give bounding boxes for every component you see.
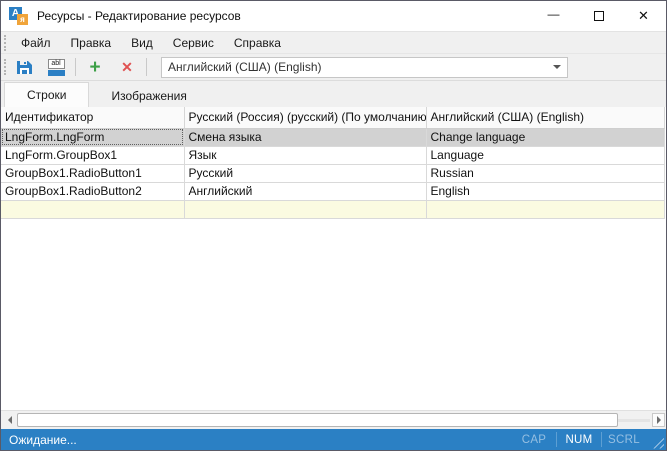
- maximize-button[interactable]: [576, 1, 621, 31]
- column-header-english[interactable]: Английский (США) (English): [426, 107, 665, 129]
- table-row[interactable]: LngForm.LngForm Смена языка Change langu…: [1, 128, 665, 147]
- cell-identifier-empty[interactable]: [1, 200, 185, 219]
- chevron-down-icon: [553, 65, 561, 69]
- cell-english[interactable]: English: [426, 182, 665, 201]
- cell-identifier[interactable]: GroupBox1.RadioButton1: [1, 164, 185, 183]
- tab-strip: Строки Изображения: [1, 81, 666, 107]
- rename-abl-bar: [47, 69, 65, 76]
- close-button[interactable]: ✕: [621, 1, 666, 31]
- menu-file[interactable]: Файл: [11, 32, 61, 53]
- num-lock-indicator: NUM: [565, 433, 593, 446]
- cell-english[interactable]: Russian: [426, 164, 665, 183]
- new-row[interactable]: [1, 200, 665, 219]
- menu-grip-handle[interactable]: [4, 34, 7, 51]
- column-header-russian[interactable]: Русский (Россия) (русский) (По умолчанию…: [184, 107, 427, 129]
- floppy-disk-icon: [16, 60, 32, 74]
- minimize-icon: —: [547, 7, 560, 21]
- app-window: A я Ресурсы - Редактирование ресурсов — …: [0, 0, 667, 451]
- language-combobox[interactable]: Английский (США) (English): [161, 56, 568, 78]
- table-row[interactable]: GroupBox1.RadioButton2 Английский Englis…: [1, 182, 665, 201]
- status-message: Ожидание...: [9, 432, 77, 447]
- arrow-right-icon: [656, 416, 661, 424]
- cell-russian[interactable]: Смена языка: [184, 128, 427, 147]
- toolbar-grip-handle[interactable]: [4, 59, 7, 75]
- minimize-button[interactable]: —: [531, 1, 576, 31]
- horizontal-scrollbar[interactable]: [1, 410, 666, 429]
- strings-table: Идентификатор Русский (Россия) (русский)…: [1, 107, 665, 219]
- maximize-icon: [593, 11, 604, 21]
- status-bar: Ожидание... CAP NUM SCRL: [1, 429, 666, 450]
- caps-lock-indicator: CAP: [521, 433, 547, 446]
- scrollbar-thumb[interactable]: [17, 413, 618, 427]
- save-button[interactable]: [11, 55, 37, 79]
- arrow-left-icon: [7, 416, 12, 424]
- menu-bar: Файл Правка Вид Сервис Справка: [1, 31, 666, 53]
- scroll-left-button[interactable]: [3, 413, 16, 427]
- plus-icon: +: [89, 56, 101, 78]
- tab-images[interactable]: Изображения: [89, 84, 208, 107]
- cell-russian[interactable]: Английский: [184, 182, 427, 201]
- cell-identifier[interactable]: LngForm.GroupBox1: [1, 146, 185, 165]
- menu-view[interactable]: Вид: [121, 32, 163, 53]
- toolbar: abl + ✕ Английский (США) (English): [1, 53, 666, 81]
- column-header-identifier[interactable]: Идентификатор: [1, 107, 185, 129]
- rename-abl-icon: abl: [47, 58, 66, 76]
- table-row[interactable]: LngForm.GroupBox1 Язык Language: [1, 146, 665, 165]
- cell-russian[interactable]: Язык: [184, 146, 427, 165]
- cell-identifier[interactable]: LngForm.LngForm: [1, 128, 185, 147]
- tab-strings[interactable]: Строки: [4, 82, 90, 107]
- app-icon: A я: [9, 7, 29, 25]
- toolbar-separator: [75, 58, 76, 76]
- toolbar-separator-2: [146, 58, 147, 76]
- translate-icon-cyrillic: я: [17, 14, 28, 25]
- cell-english[interactable]: Language: [426, 146, 665, 165]
- scroll-lock-indicator: SCRL: [608, 433, 640, 446]
- rename-resource-button[interactable]: abl: [43, 55, 69, 79]
- cell-russian-empty[interactable]: [184, 200, 427, 219]
- scrollbar-track[interactable]: [618, 419, 650, 422]
- menu-service[interactable]: Сервис: [163, 32, 224, 53]
- table-header-row: Идентификатор Русский (Россия) (русский)…: [1, 107, 665, 129]
- language-combobox-value: Английский (США) (English): [168, 60, 322, 74]
- titlebar: A я Ресурсы - Редактирование ресурсов — …: [1, 1, 666, 31]
- cell-identifier[interactable]: GroupBox1.RadioButton2: [1, 182, 185, 201]
- resize-grip[interactable]: [650, 434, 664, 449]
- rename-abl-label: abl: [47, 58, 65, 69]
- cell-english-empty[interactable]: [426, 200, 665, 219]
- resource-grid: Идентификатор Русский (Россия) (русский)…: [1, 107, 666, 410]
- delete-x-icon: ✕: [121, 59, 133, 75]
- close-icon: ✕: [638, 8, 649, 23]
- add-resource-button[interactable]: +: [82, 55, 108, 79]
- combobox-dropdown-button[interactable]: [547, 58, 567, 77]
- table-row[interactable]: GroupBox1.RadioButton1 Русский Russian: [1, 164, 665, 183]
- cell-russian[interactable]: Русский: [184, 164, 427, 183]
- delete-resource-button[interactable]: ✕: [114, 55, 140, 79]
- window-title: Ресурсы - Редактирование ресурсов: [37, 9, 241, 23]
- scroll-right-button[interactable]: [652, 413, 665, 427]
- menu-help[interactable]: Справка: [224, 32, 291, 53]
- menu-edit[interactable]: Правка: [61, 32, 122, 53]
- window-controls: — ✕: [531, 1, 666, 31]
- cell-english[interactable]: Change language: [426, 128, 665, 147]
